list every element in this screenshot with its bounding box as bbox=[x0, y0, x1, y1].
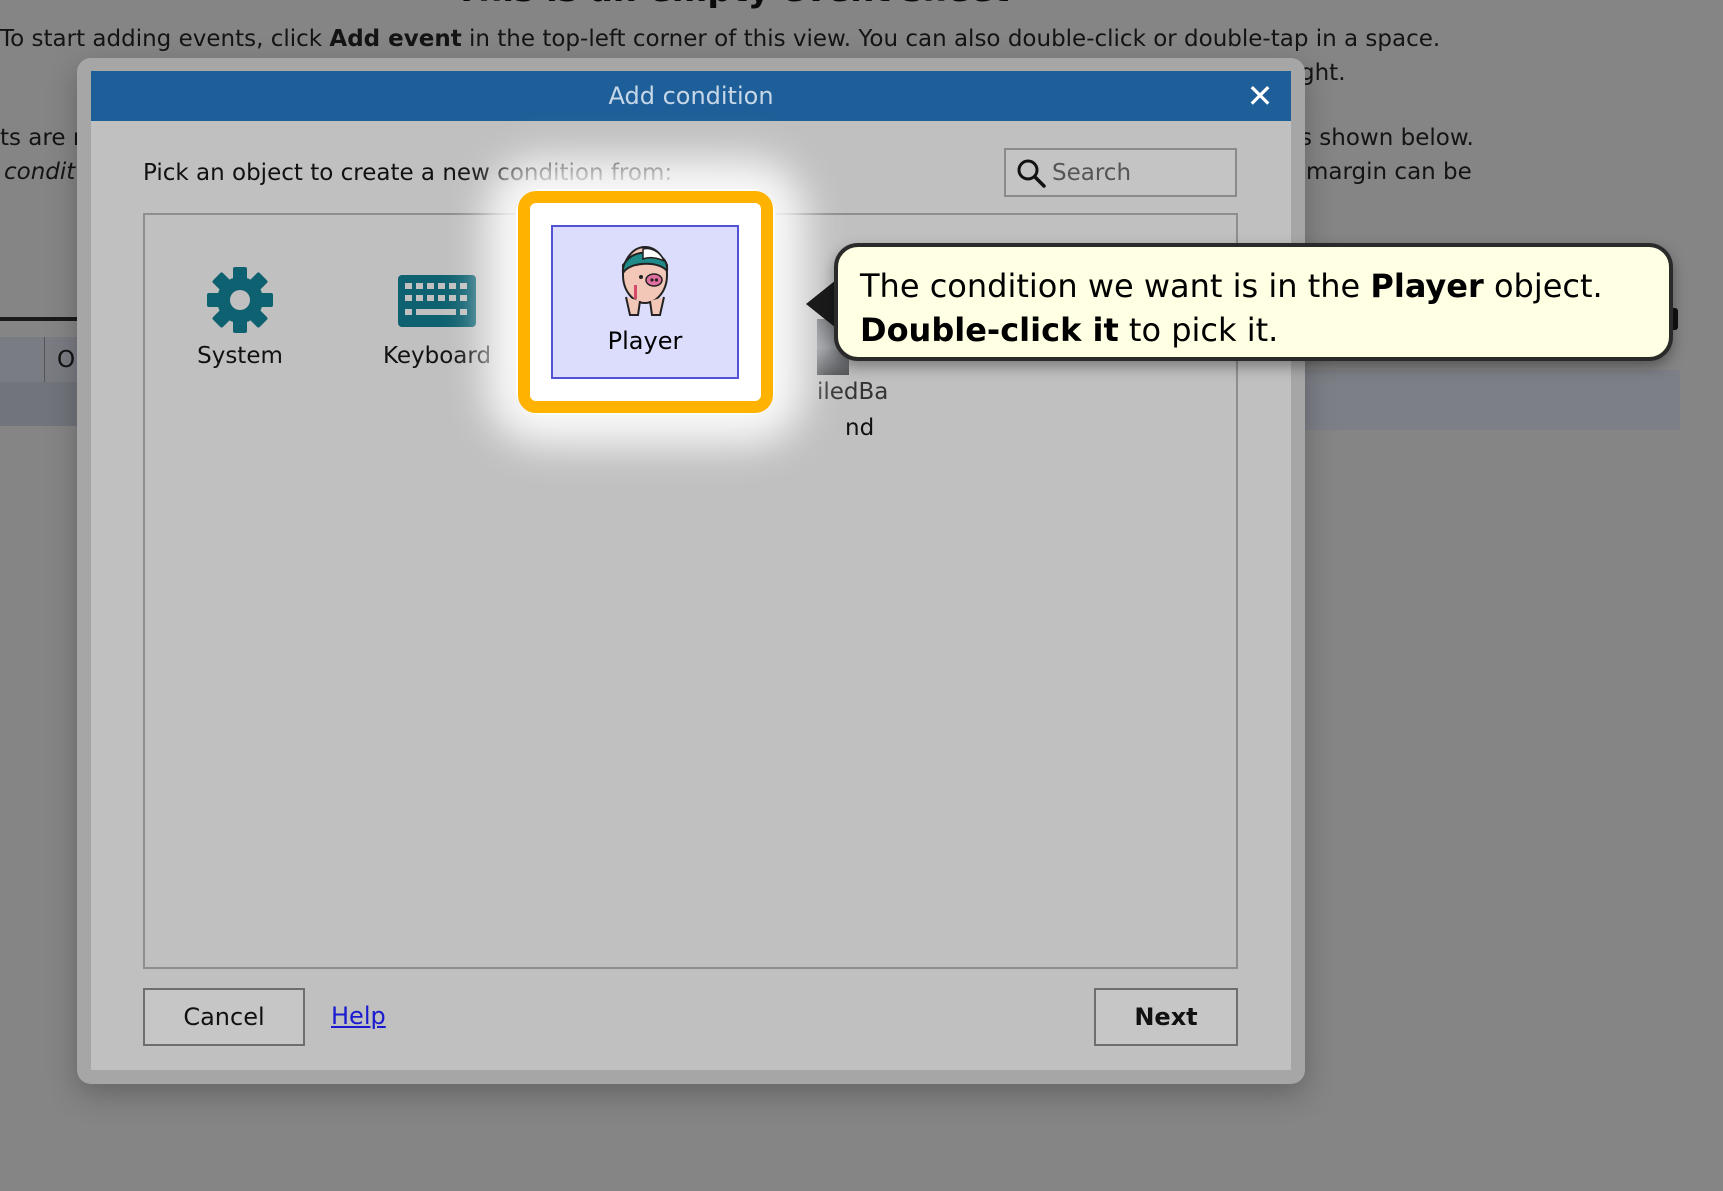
dialog-title: Add condition bbox=[608, 82, 774, 110]
object-label-player: Player bbox=[607, 327, 683, 355]
object-tile-system[interactable]: System bbox=[150, 237, 330, 387]
pick-object-prompt: Pick an object to create a new condition… bbox=[143, 160, 673, 186]
cancel-button[interactable]: Cancel bbox=[143, 988, 305, 1046]
instructions-fragment: ts are r bbox=[0, 125, 83, 151]
close-icon: ✕ bbox=[1246, 77, 1274, 115]
player-sprite-icon bbox=[621, 246, 669, 316]
dialog-titlebar: Add condition ✕ bbox=[91, 71, 1291, 121]
keyboard-icon bbox=[398, 275, 476, 327]
callout-line-2: Double-click it to pick it. bbox=[860, 311, 1279, 349]
empty-sheet-title: This is an empty event sheet bbox=[455, 0, 1009, 10]
close-button[interactable]: ✕ bbox=[1245, 80, 1275, 112]
next-button[interactable]: Next bbox=[1094, 988, 1238, 1046]
search-icon bbox=[1017, 159, 1046, 188]
object-label-tiledbackground: iledBa bbox=[817, 379, 889, 405]
object-tile-player[interactable]: Player bbox=[551, 225, 739, 379]
instructions-fragment: margin can be bbox=[1306, 159, 1472, 185]
object-label-system: System bbox=[197, 343, 283, 369]
sheet-row-strip bbox=[1290, 370, 1680, 430]
instructions-fragment: condit bbox=[4, 159, 76, 185]
object-label-tiledbackground-wrap: nd bbox=[845, 415, 875, 439]
help-link[interactable]: Help bbox=[331, 1002, 386, 1030]
tutorial-callout: The condition we want is in the Player o… bbox=[834, 243, 1673, 361]
callout-line-1: The condition we want is in the Player o… bbox=[860, 267, 1603, 305]
callout-pointer bbox=[806, 280, 836, 328]
empty-sheet-instructions: To start adding events, click Add event … bbox=[0, 26, 1441, 52]
object-tile-keyboard[interactable]: Keyboard bbox=[347, 237, 527, 387]
object-label-keyboard: Keyboard bbox=[382, 343, 492, 369]
instructions-fragment: s shown below. bbox=[1300, 125, 1474, 151]
gear-icon bbox=[207, 267, 273, 333]
search-box[interactable] bbox=[1004, 148, 1237, 197]
instructions-fragment: ght. bbox=[1300, 60, 1346, 86]
search-input[interactable] bbox=[1048, 158, 1234, 187]
